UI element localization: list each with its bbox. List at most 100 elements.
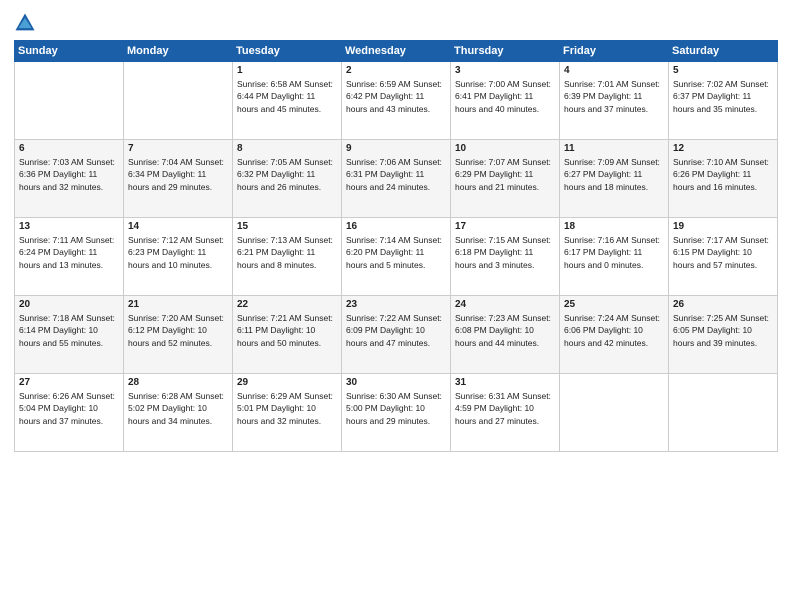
calendar-cell: 31 Sunrise: 6:31 AM Sunset: 4:59 PM Dayli… [451, 374, 560, 452]
header-row: SundayMondayTuesdayWednesdayThursdayFrid… [15, 41, 778, 62]
day-number: 27 [19, 377, 119, 388]
day-number: 26 [673, 299, 773, 310]
day-content: Sunrise: 7:06 AM Sunset: 6:31 PM Dayligh… [346, 156, 446, 193]
calendar-cell: 29 Sunrise: 6:29 AM Sunset: 5:01 PM Dayli… [233, 374, 342, 452]
day-number: 29 [237, 377, 337, 388]
day-number: 21 [128, 299, 228, 310]
day-number: 13 [19, 221, 119, 232]
day-content: Sunrise: 7:25 AM Sunset: 6:05 PM Dayligh… [673, 312, 773, 349]
day-number: 4 [564, 65, 664, 76]
header-cell-wednesday: Wednesday [342, 41, 451, 62]
calendar-week-3: 20Sunrise: 7:18 AM Sunset: 6:14 PM Dayli… [15, 296, 778, 374]
day-number: 8 [237, 143, 337, 154]
day-content: Sunrise: 7:13 AM Sunset: 6:21 PM Dayligh… [237, 234, 337, 271]
day-number: 25 [564, 299, 664, 310]
calendar-cell: 6Sunrise: 7:03 AM Sunset: 6:36 PM Daylig… [15, 140, 124, 218]
header-cell-friday: Friday [560, 41, 669, 62]
day-number: 31 [455, 377, 555, 388]
day-content: Sunrise: 7:16 AM Sunset: 6:17 PM Dayligh… [564, 234, 664, 271]
calendar-cell: 10 Sunrise: 7:07 AM Sunset: 6:29 PM Dayli… [451, 140, 560, 218]
day-content: Sunrise: 6:30 AM Sunset: 5:00 PM Dayligh… [346, 390, 446, 427]
calendar-cell: 5 Sunrise: 7:02 AM Sunset: 6:37 PM Daylig… [669, 62, 778, 140]
day-content: Sunrise: 7:14 AM Sunset: 6:20 PM Dayligh… [346, 234, 446, 271]
day-content: Sunrise: 6:59 AM Sunset: 6:42 PM Dayligh… [346, 78, 446, 115]
day-number: 15 [237, 221, 337, 232]
day-number: 2 [346, 65, 446, 76]
logo [14, 12, 40, 34]
day-content: Sunrise: 7:11 AM Sunset: 6:24 PM Dayligh… [19, 234, 119, 271]
day-number: 23 [346, 299, 446, 310]
day-content: Sunrise: 7:21 AM Sunset: 6:11 PM Dayligh… [237, 312, 337, 349]
day-content: Sunrise: 6:28 AM Sunset: 5:02 PM Dayligh… [128, 390, 228, 427]
calendar-cell: 15 Sunrise: 7:13 AM Sunset: 6:21 PM Dayli… [233, 218, 342, 296]
calendar-week-4: 27 Sunrise: 6:26 AM Sunset: 5:04 PM Dayli… [15, 374, 778, 452]
day-content: Sunrise: 7:20 AM Sunset: 6:12 PM Dayligh… [128, 312, 228, 349]
calendar-cell: 13 Sunrise: 7:11 AM Sunset: 6:24 PM Dayli… [15, 218, 124, 296]
calendar-cell: 26 Sunrise: 7:25 AM Sunset: 6:05 PM Dayli… [669, 296, 778, 374]
day-number: 19 [673, 221, 773, 232]
calendar-week-0: 1 Sunrise: 6:58 AM Sunset: 6:44 PM Daylig… [15, 62, 778, 140]
day-content: Sunrise: 7:02 AM Sunset: 6:37 PM Dayligh… [673, 78, 773, 115]
day-content: Sunrise: 7:24 AM Sunset: 6:06 PM Dayligh… [564, 312, 664, 349]
calendar-cell: 20Sunrise: 7:18 AM Sunset: 6:14 PM Dayli… [15, 296, 124, 374]
day-content: Sunrise: 7:10 AM Sunset: 6:26 PM Dayligh… [673, 156, 773, 193]
calendar-cell: 4 Sunrise: 7:01 AM Sunset: 6:39 PM Daylig… [560, 62, 669, 140]
calendar-cell: 23 Sunrise: 7:22 AM Sunset: 6:09 PM Dayli… [342, 296, 451, 374]
day-content: Sunrise: 7:05 AM Sunset: 6:32 PM Dayligh… [237, 156, 337, 193]
day-number: 16 [346, 221, 446, 232]
day-content: Sunrise: 7:04 AM Sunset: 6:34 PM Dayligh… [128, 156, 228, 193]
day-number: 10 [455, 143, 555, 154]
day-number: 3 [455, 65, 555, 76]
calendar-cell: 1 Sunrise: 6:58 AM Sunset: 6:44 PM Daylig… [233, 62, 342, 140]
day-number: 7 [128, 143, 228, 154]
day-number: 24 [455, 299, 555, 310]
day-content: Sunrise: 6:26 AM Sunset: 5:04 PM Dayligh… [19, 390, 119, 427]
day-number: 5 [673, 65, 773, 76]
day-content: Sunrise: 7:12 AM Sunset: 6:23 PM Dayligh… [128, 234, 228, 271]
day-content: Sunrise: 7:18 AM Sunset: 6:14 PM Dayligh… [19, 312, 119, 349]
calendar-cell: 14 Sunrise: 7:12 AM Sunset: 6:23 PM Dayli… [124, 218, 233, 296]
day-content: Sunrise: 7:01 AM Sunset: 6:39 PM Dayligh… [564, 78, 664, 115]
calendar-cell: 2 Sunrise: 6:59 AM Sunset: 6:42 PM Daylig… [342, 62, 451, 140]
calendar-cell: 9Sunrise: 7:06 AM Sunset: 6:31 PM Daylig… [342, 140, 451, 218]
header [14, 12, 778, 34]
day-content: Sunrise: 7:00 AM Sunset: 6:41 PM Dayligh… [455, 78, 555, 115]
calendar-cell: 30Sunrise: 6:30 AM Sunset: 5:00 PM Dayli… [342, 374, 451, 452]
calendar-cell: 16 Sunrise: 7:14 AM Sunset: 6:20 PM Dayli… [342, 218, 451, 296]
day-content: Sunrise: 7:22 AM Sunset: 6:09 PM Dayligh… [346, 312, 446, 349]
calendar-cell: 17Sunrise: 7:15 AM Sunset: 6:18 PM Dayli… [451, 218, 560, 296]
calendar-cell: 8 Sunrise: 7:05 AM Sunset: 6:32 PM Daylig… [233, 140, 342, 218]
calendar-cell: 25 Sunrise: 7:24 AM Sunset: 6:06 PM Dayli… [560, 296, 669, 374]
calendar-cell [560, 374, 669, 452]
calendar-cell: 18 Sunrise: 7:16 AM Sunset: 6:17 PM Dayli… [560, 218, 669, 296]
day-number: 14 [128, 221, 228, 232]
calendar-table: SundayMondayTuesdayWednesdayThursdayFrid… [14, 40, 778, 452]
day-content: Sunrise: 6:31 AM Sunset: 4:59 PM Dayligh… [455, 390, 555, 427]
day-content: Sunrise: 7:15 AM Sunset: 6:18 PM Dayligh… [455, 234, 555, 271]
day-number: 11 [564, 143, 664, 154]
calendar-cell [124, 62, 233, 140]
day-content: Sunrise: 7:09 AM Sunset: 6:27 PM Dayligh… [564, 156, 664, 193]
calendar-cell [15, 62, 124, 140]
day-number: 6 [19, 143, 119, 154]
day-number: 1 [237, 65, 337, 76]
calendar-cell: 21 Sunrise: 7:20 AM Sunset: 6:12 PM Dayli… [124, 296, 233, 374]
day-content: Sunrise: 7:07 AM Sunset: 6:29 PM Dayligh… [455, 156, 555, 193]
calendar-cell: 19 Sunrise: 7:17 AM Sunset: 6:15 PM Dayli… [669, 218, 778, 296]
day-number: 28 [128, 377, 228, 388]
day-content: Sunrise: 6:58 AM Sunset: 6:44 PM Dayligh… [237, 78, 337, 115]
day-content: Sunrise: 7:17 AM Sunset: 6:15 PM Dayligh… [673, 234, 773, 271]
calendar-cell: 3 Sunrise: 7:00 AM Sunset: 6:41 PM Daylig… [451, 62, 560, 140]
calendar-cell: 22 Sunrise: 7:21 AM Sunset: 6:11 PM Dayli… [233, 296, 342, 374]
day-number: 22 [237, 299, 337, 310]
calendar-cell: 11 Sunrise: 7:09 AM Sunset: 6:27 PM Dayli… [560, 140, 669, 218]
calendar-cell: 7 Sunrise: 7:04 AM Sunset: 6:34 PM Daylig… [124, 140, 233, 218]
calendar-week-1: 6Sunrise: 7:03 AM Sunset: 6:36 PM Daylig… [15, 140, 778, 218]
header-cell-tuesday: Tuesday [233, 41, 342, 62]
day-number: 18 [564, 221, 664, 232]
calendar-week-2: 13 Sunrise: 7:11 AM Sunset: 6:24 PM Dayli… [15, 218, 778, 296]
page-container: SundayMondayTuesdayWednesdayThursdayFrid… [0, 0, 792, 612]
header-cell-sunday: Sunday [15, 41, 124, 62]
header-cell-saturday: Saturday [669, 41, 778, 62]
day-content: Sunrise: 6:29 AM Sunset: 5:01 PM Dayligh… [237, 390, 337, 427]
